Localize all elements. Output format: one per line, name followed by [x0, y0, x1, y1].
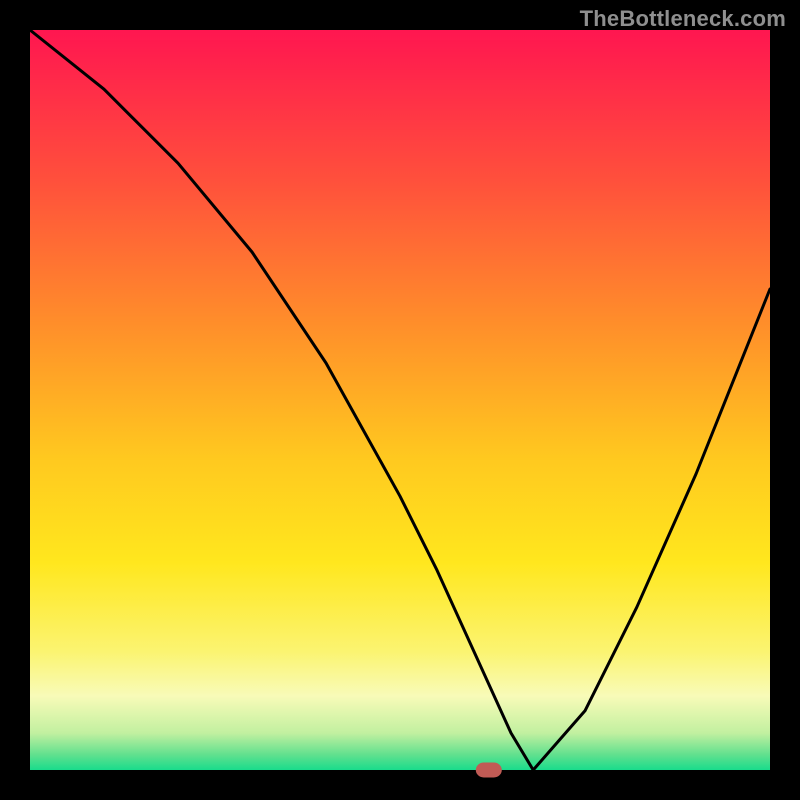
watermark-text: TheBottleneck.com: [580, 6, 786, 32]
gradient-background: [30, 30, 770, 770]
chart-container: { "watermark": "TheBottleneck.com", "cha…: [0, 0, 800, 800]
bottleneck-chart: [0, 0, 800, 800]
optimum-marker: [476, 763, 502, 778]
